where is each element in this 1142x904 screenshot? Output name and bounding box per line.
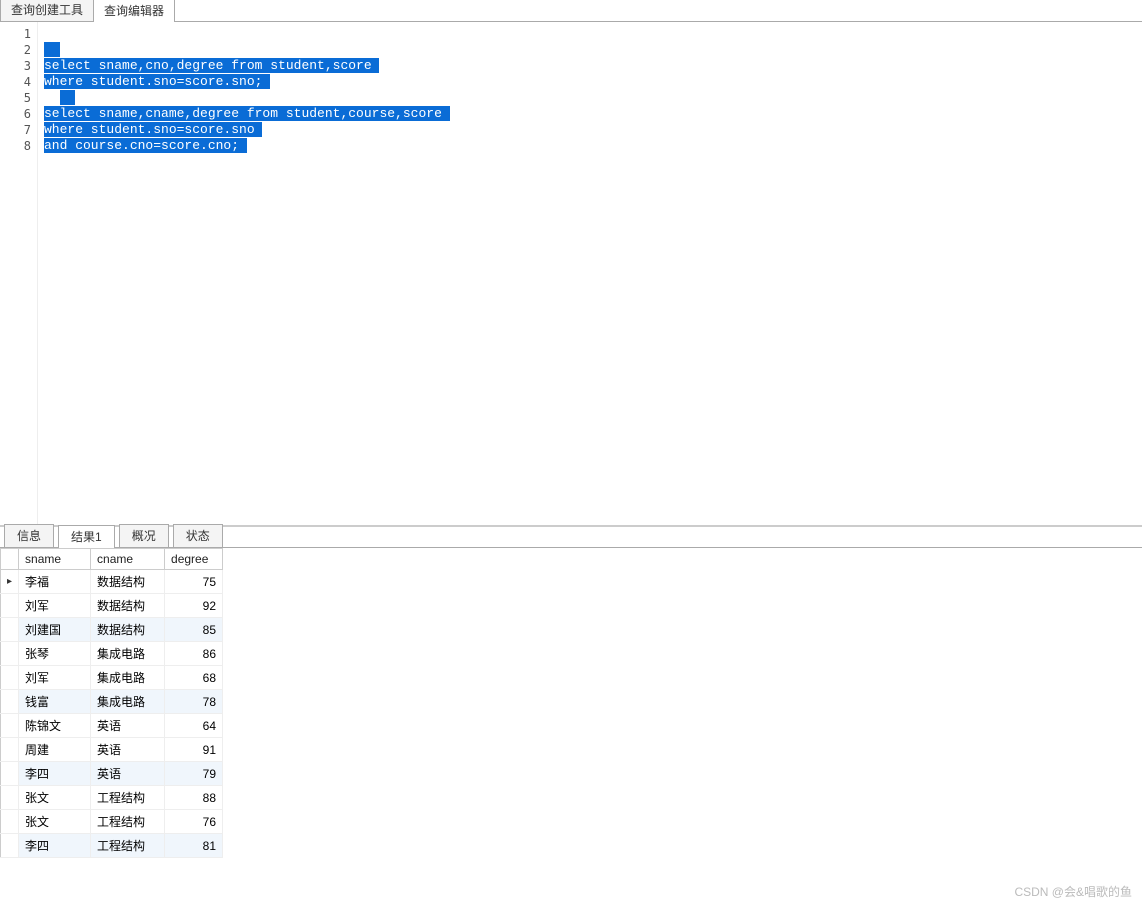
cell-degree[interactable]: 75 (165, 570, 223, 594)
cell-sname[interactable]: 钱富 (19, 690, 91, 714)
tab-result1[interactable]: 结果1 (58, 525, 115, 548)
row-handle[interactable] (1, 642, 19, 666)
row-handle[interactable] (1, 834, 19, 858)
table-row[interactable]: 张琴集成电路86 (1, 642, 223, 666)
table-row[interactable]: 张文工程结构88 (1, 786, 223, 810)
results-header-row: snamecnamedegree (1, 549, 223, 570)
sql-editor[interactable]: 12345678 select sname,cno,degree from st… (0, 22, 1142, 526)
table-row[interactable]: 周建英语91 (1, 738, 223, 762)
tab-info[interactable]: 信息 (4, 524, 54, 547)
cell-degree[interactable]: 92 (165, 594, 223, 618)
cell-sname[interactable]: 刘建国 (19, 618, 91, 642)
cell-sname[interactable]: 陈锦文 (19, 714, 91, 738)
editor-gutter: 12345678 (0, 22, 38, 525)
tab-status[interactable]: 状态 (173, 524, 223, 547)
table-row[interactable]: 钱富集成电路78 (1, 690, 223, 714)
cell-degree[interactable]: 78 (165, 690, 223, 714)
cell-degree[interactable]: 85 (165, 618, 223, 642)
cell-cname[interactable]: 集成电路 (91, 690, 165, 714)
cell-sname[interactable]: 李四 (19, 834, 91, 858)
tab-query-editor[interactable]: 查询编辑器 (93, 0, 175, 22)
row-handle[interactable] (1, 762, 19, 786)
row-handle[interactable] (1, 666, 19, 690)
row-handle[interactable] (1, 810, 19, 834)
cell-sname[interactable]: 张琴 (19, 642, 91, 666)
cell-cname[interactable]: 数据结构 (91, 594, 165, 618)
table-row[interactable]: 陈锦文英语64 (1, 714, 223, 738)
cell-sname[interactable]: 李福 (19, 570, 91, 594)
cell-sname[interactable]: 刘军 (19, 666, 91, 690)
table-row[interactable]: 刘建国数据结构85 (1, 618, 223, 642)
top-tabs: 查询创建工具查询编辑器 (0, 0, 1142, 22)
cell-cname[interactable]: 英语 (91, 762, 165, 786)
row-handle[interactable] (1, 786, 19, 810)
cell-degree[interactable]: 79 (165, 762, 223, 786)
cell-sname[interactable]: 刘军 (19, 594, 91, 618)
cell-cname[interactable]: 数据结构 (91, 570, 165, 594)
cell-cname[interactable]: 集成电路 (91, 666, 165, 690)
tab-profile[interactable]: 概况 (119, 524, 169, 547)
column-header-cname[interactable]: cname (91, 549, 165, 570)
table-row[interactable]: 李四英语79 (1, 762, 223, 786)
cell-cname[interactable]: 集成电路 (91, 642, 165, 666)
results-panel[interactable]: snamecnamedegree ▸李福数据结构75刘军数据结构92刘建国数据结… (0, 548, 1142, 902)
cell-degree[interactable]: 88 (165, 786, 223, 810)
cell-cname[interactable]: 工程结构 (91, 834, 165, 858)
cell-cname[interactable]: 英语 (91, 738, 165, 762)
cell-degree[interactable]: 76 (165, 810, 223, 834)
row-handle[interactable] (1, 594, 19, 618)
row-handle-header (1, 549, 19, 570)
row-handle[interactable] (1, 690, 19, 714)
table-row[interactable]: 张文工程结构76 (1, 810, 223, 834)
cell-cname[interactable]: 工程结构 (91, 810, 165, 834)
cell-degree[interactable]: 81 (165, 834, 223, 858)
tab-query-builder[interactable]: 查询创建工具 (0, 0, 94, 21)
row-handle[interactable] (1, 714, 19, 738)
table-row[interactable]: 刘军数据结构92 (1, 594, 223, 618)
editor-code[interactable]: select sname,cno,degree from student,sco… (38, 22, 1142, 525)
cell-sname[interactable]: 周建 (19, 738, 91, 762)
cell-degree[interactable]: 64 (165, 714, 223, 738)
table-row[interactable]: 李四工程结构81 (1, 834, 223, 858)
cell-cname[interactable]: 英语 (91, 714, 165, 738)
cell-degree[interactable]: 86 (165, 642, 223, 666)
bottom-tabs: 信息结果1概况状态 (0, 526, 1142, 548)
column-header-sname[interactable]: sname (19, 549, 91, 570)
table-row[interactable]: ▸李福数据结构75 (1, 570, 223, 594)
cell-sname[interactable]: 张文 (19, 786, 91, 810)
cell-sname[interactable]: 李四 (19, 762, 91, 786)
cell-cname[interactable]: 数据结构 (91, 618, 165, 642)
cell-degree[interactable]: 68 (165, 666, 223, 690)
cell-sname[interactable]: 张文 (19, 810, 91, 834)
results-table[interactable]: snamecnamedegree ▸李福数据结构75刘军数据结构92刘建国数据结… (0, 548, 223, 858)
cell-degree[interactable]: 91 (165, 738, 223, 762)
row-handle[interactable] (1, 738, 19, 762)
cell-cname[interactable]: 工程结构 (91, 786, 165, 810)
column-header-degree[interactable]: degree (165, 549, 223, 570)
table-row[interactable]: 刘军集成电路68 (1, 666, 223, 690)
row-handle[interactable]: ▸ (1, 570, 19, 594)
row-handle[interactable] (1, 618, 19, 642)
